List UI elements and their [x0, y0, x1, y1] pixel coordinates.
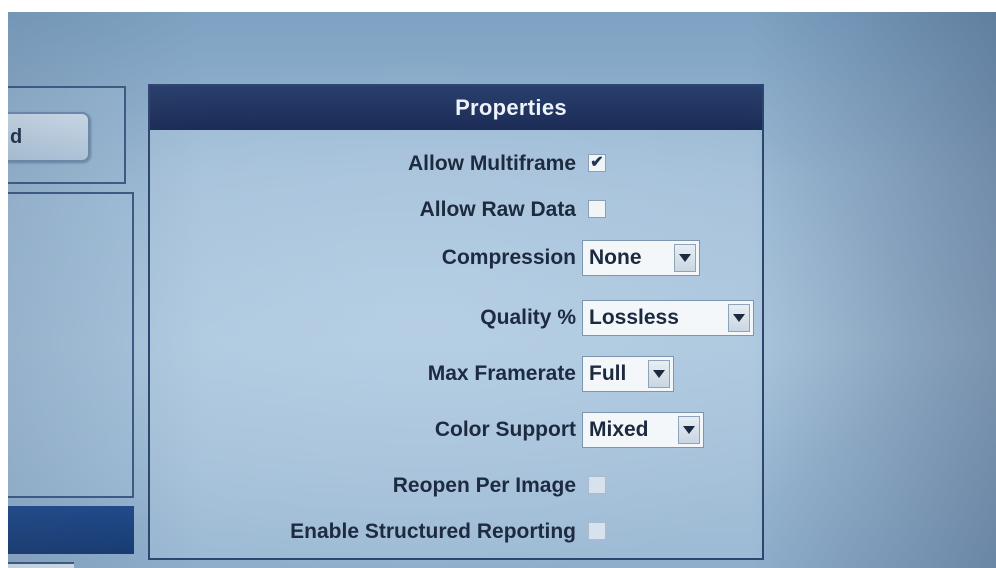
properties-header: Properties — [150, 86, 762, 130]
row-color-support: Color Support Mixed — [150, 410, 762, 450]
color-support-value: Mixed — [589, 418, 649, 441]
allow-multiframe-label: Allow Multiframe — [407, 152, 576, 175]
properties-title: Properties — [455, 95, 567, 120]
enable-structured-reporting-checkbox[interactable] — [588, 522, 606, 540]
left-partial-button[interactable]: d — [8, 112, 90, 162]
allow-raw-data-label: Allow Raw Data — [419, 198, 576, 221]
quality-label: Quality % — [480, 306, 576, 329]
row-max-framerate: Max Framerate Full — [150, 354, 762, 394]
max-framerate-label: Max Framerate — [427, 362, 576, 385]
row-enable-structured-reporting: Enable Structured Reporting — [150, 512, 762, 552]
chevron-down-icon[interactable] — [728, 304, 750, 332]
row-reopen-per-image: Reopen Per Image — [150, 466, 762, 506]
left-list-panel[interactable] — [8, 192, 134, 498]
quality-select[interactable]: Lossless — [582, 300, 754, 336]
max-framerate-value: Full — [589, 362, 627, 385]
chevron-down-icon[interactable] — [674, 244, 696, 272]
quality-value: Lossless — [589, 306, 679, 329]
enable-structured-reporting-label: Enable Structured Reporting — [290, 520, 576, 543]
checkmark-icon: ✔ — [590, 154, 604, 171]
chevron-down-icon[interactable] — [678, 416, 700, 444]
compression-select[interactable]: None — [582, 240, 700, 276]
row-allow-multiframe: Allow Multiframe ✔ — [150, 144, 762, 184]
left-partial-button-label: d — [10, 125, 23, 148]
reopen-per-image-label: Reopen Per Image — [392, 474, 576, 497]
screen: d Properties Allow Multiframe ✔ Allow Ra… — [8, 12, 996, 568]
compression-value: None — [589, 246, 642, 269]
max-framerate-select[interactable]: Full — [582, 356, 674, 392]
row-compression: Compression None — [150, 238, 762, 278]
allow-multiframe-checkbox[interactable]: ✔ — [588, 154, 606, 172]
compression-label: Compression — [441, 246, 576, 269]
row-quality: Quality % Lossless — [150, 298, 762, 338]
allow-raw-data-checkbox[interactable] — [588, 200, 606, 218]
left-selected-bar[interactable] — [8, 506, 134, 554]
left-bottom-strip — [8, 562, 74, 568]
color-support-label: Color Support — [434, 418, 576, 441]
row-allow-raw-data: Allow Raw Data — [150, 190, 762, 230]
properties-panel: Properties Allow Multiframe ✔ Allow Raw … — [148, 84, 764, 560]
chevron-down-icon[interactable] — [648, 360, 670, 388]
color-support-select[interactable]: Mixed — [582, 412, 704, 448]
reopen-per-image-checkbox[interactable] — [588, 476, 606, 494]
